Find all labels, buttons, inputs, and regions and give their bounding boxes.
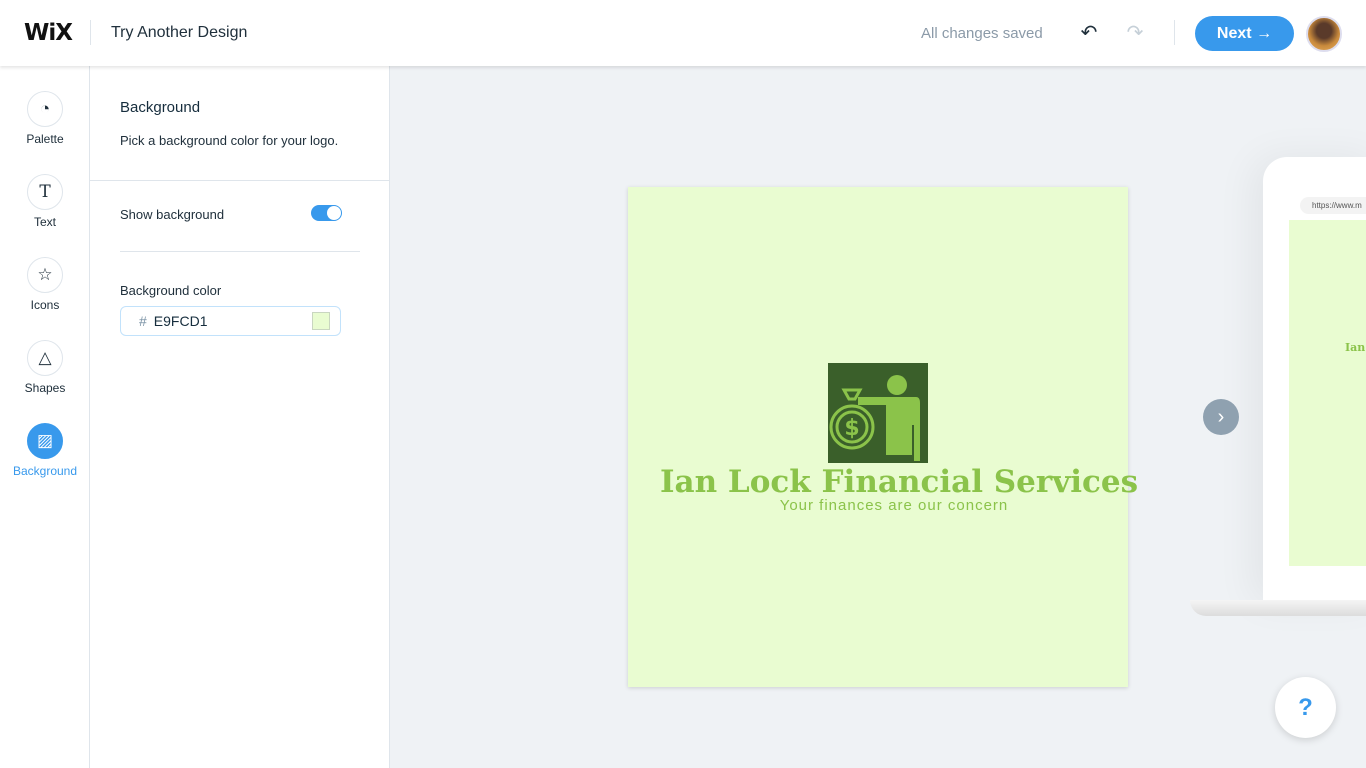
divider <box>1174 20 1175 45</box>
preview-logo-name: Ian <box>1345 341 1366 354</box>
save-status: All changes saved <box>921 25 1043 42</box>
rail-label: Text <box>33 215 56 229</box>
avatar[interactable] <box>1306 16 1342 52</box>
rail-item-background[interactable]: ▨ Background <box>0 423 90 478</box>
background-icon: ▨ <box>27 423 63 459</box>
rail-item-shapes[interactable]: △ Shapes <box>0 340 90 395</box>
background-color-label: Background color <box>120 283 222 298</box>
rail-label: Shapes <box>24 381 66 395</box>
color-swatch[interactable] <box>312 312 330 330</box>
divider <box>90 180 390 181</box>
preview-url-bar: https://www.m <box>1300 197 1366 214</box>
logo-tagline: Your finances are our concern <box>779 497 1009 514</box>
show-background-toggle[interactable] <box>311 205 342 221</box>
shapes-icon: △ <box>27 340 63 376</box>
rail-label: Icons <box>30 298 60 312</box>
logo-canvas: $ Ian Lock Financial Services Your finan… <box>628 187 1139 687</box>
svg-text:$: $ <box>844 416 859 441</box>
text-icon: T <box>27 174 63 210</box>
panel-title: Background <box>120 99 201 116</box>
next-label: Next <box>1216 24 1252 42</box>
background-color-input[interactable]: # E9FCD1 <box>120 306 341 336</box>
logo-name: Ian Lock Financial Services <box>660 464 1139 500</box>
help-button[interactable]: ? <box>1275 677 1336 738</box>
undo-icon[interactable]: ↶ <box>1077 20 1101 45</box>
laptop-base <box>1190 600 1366 616</box>
divider <box>120 251 360 252</box>
try-another-design-link[interactable]: Try Another Design <box>111 24 247 42</box>
palette-icon: ◔ <box>27 91 63 127</box>
panel-description: Pick a background color for your logo. <box>120 133 339 148</box>
hash-symbol: # <box>139 313 147 329</box>
color-value: E9FCD1 <box>153 313 208 329</box>
redo-icon[interactable]: ↷ <box>1123 20 1147 45</box>
rail-label: Background <box>12 464 78 478</box>
next-button[interactable]: Next → <box>1195 16 1294 51</box>
chevron-right-icon[interactable]: › <box>1203 399 1239 435</box>
background-panel: Background Pick a background color for y… <box>90 66 390 768</box>
rail-item-palette[interactable]: ◔ Palette <box>0 91 90 146</box>
top-bar: WiX Try Another Design All changes saved… <box>0 0 1366 66</box>
rail-item-icons[interactable]: ☆ Icons <box>0 257 90 312</box>
show-background-label: Show background <box>120 207 225 222</box>
rail-label: Palette <box>26 132 64 146</box>
divider <box>90 20 91 45</box>
laptop-preview: https://www.m Ian <box>1263 157 1366 602</box>
star-icon: ☆ <box>27 257 63 293</box>
money-bag-person-icon: $ <box>828 363 928 463</box>
arrow-right-icon: → <box>1256 24 1273 42</box>
rail-item-text[interactable]: T Text <box>0 174 90 229</box>
wix-logo[interactable]: WiX <box>24 20 73 46</box>
tool-rail: ◔ Palette T Text ☆ Icons △ Shapes ▨ Backgroun… <box>0 66 90 768</box>
preview-screen <box>1289 220 1366 566</box>
